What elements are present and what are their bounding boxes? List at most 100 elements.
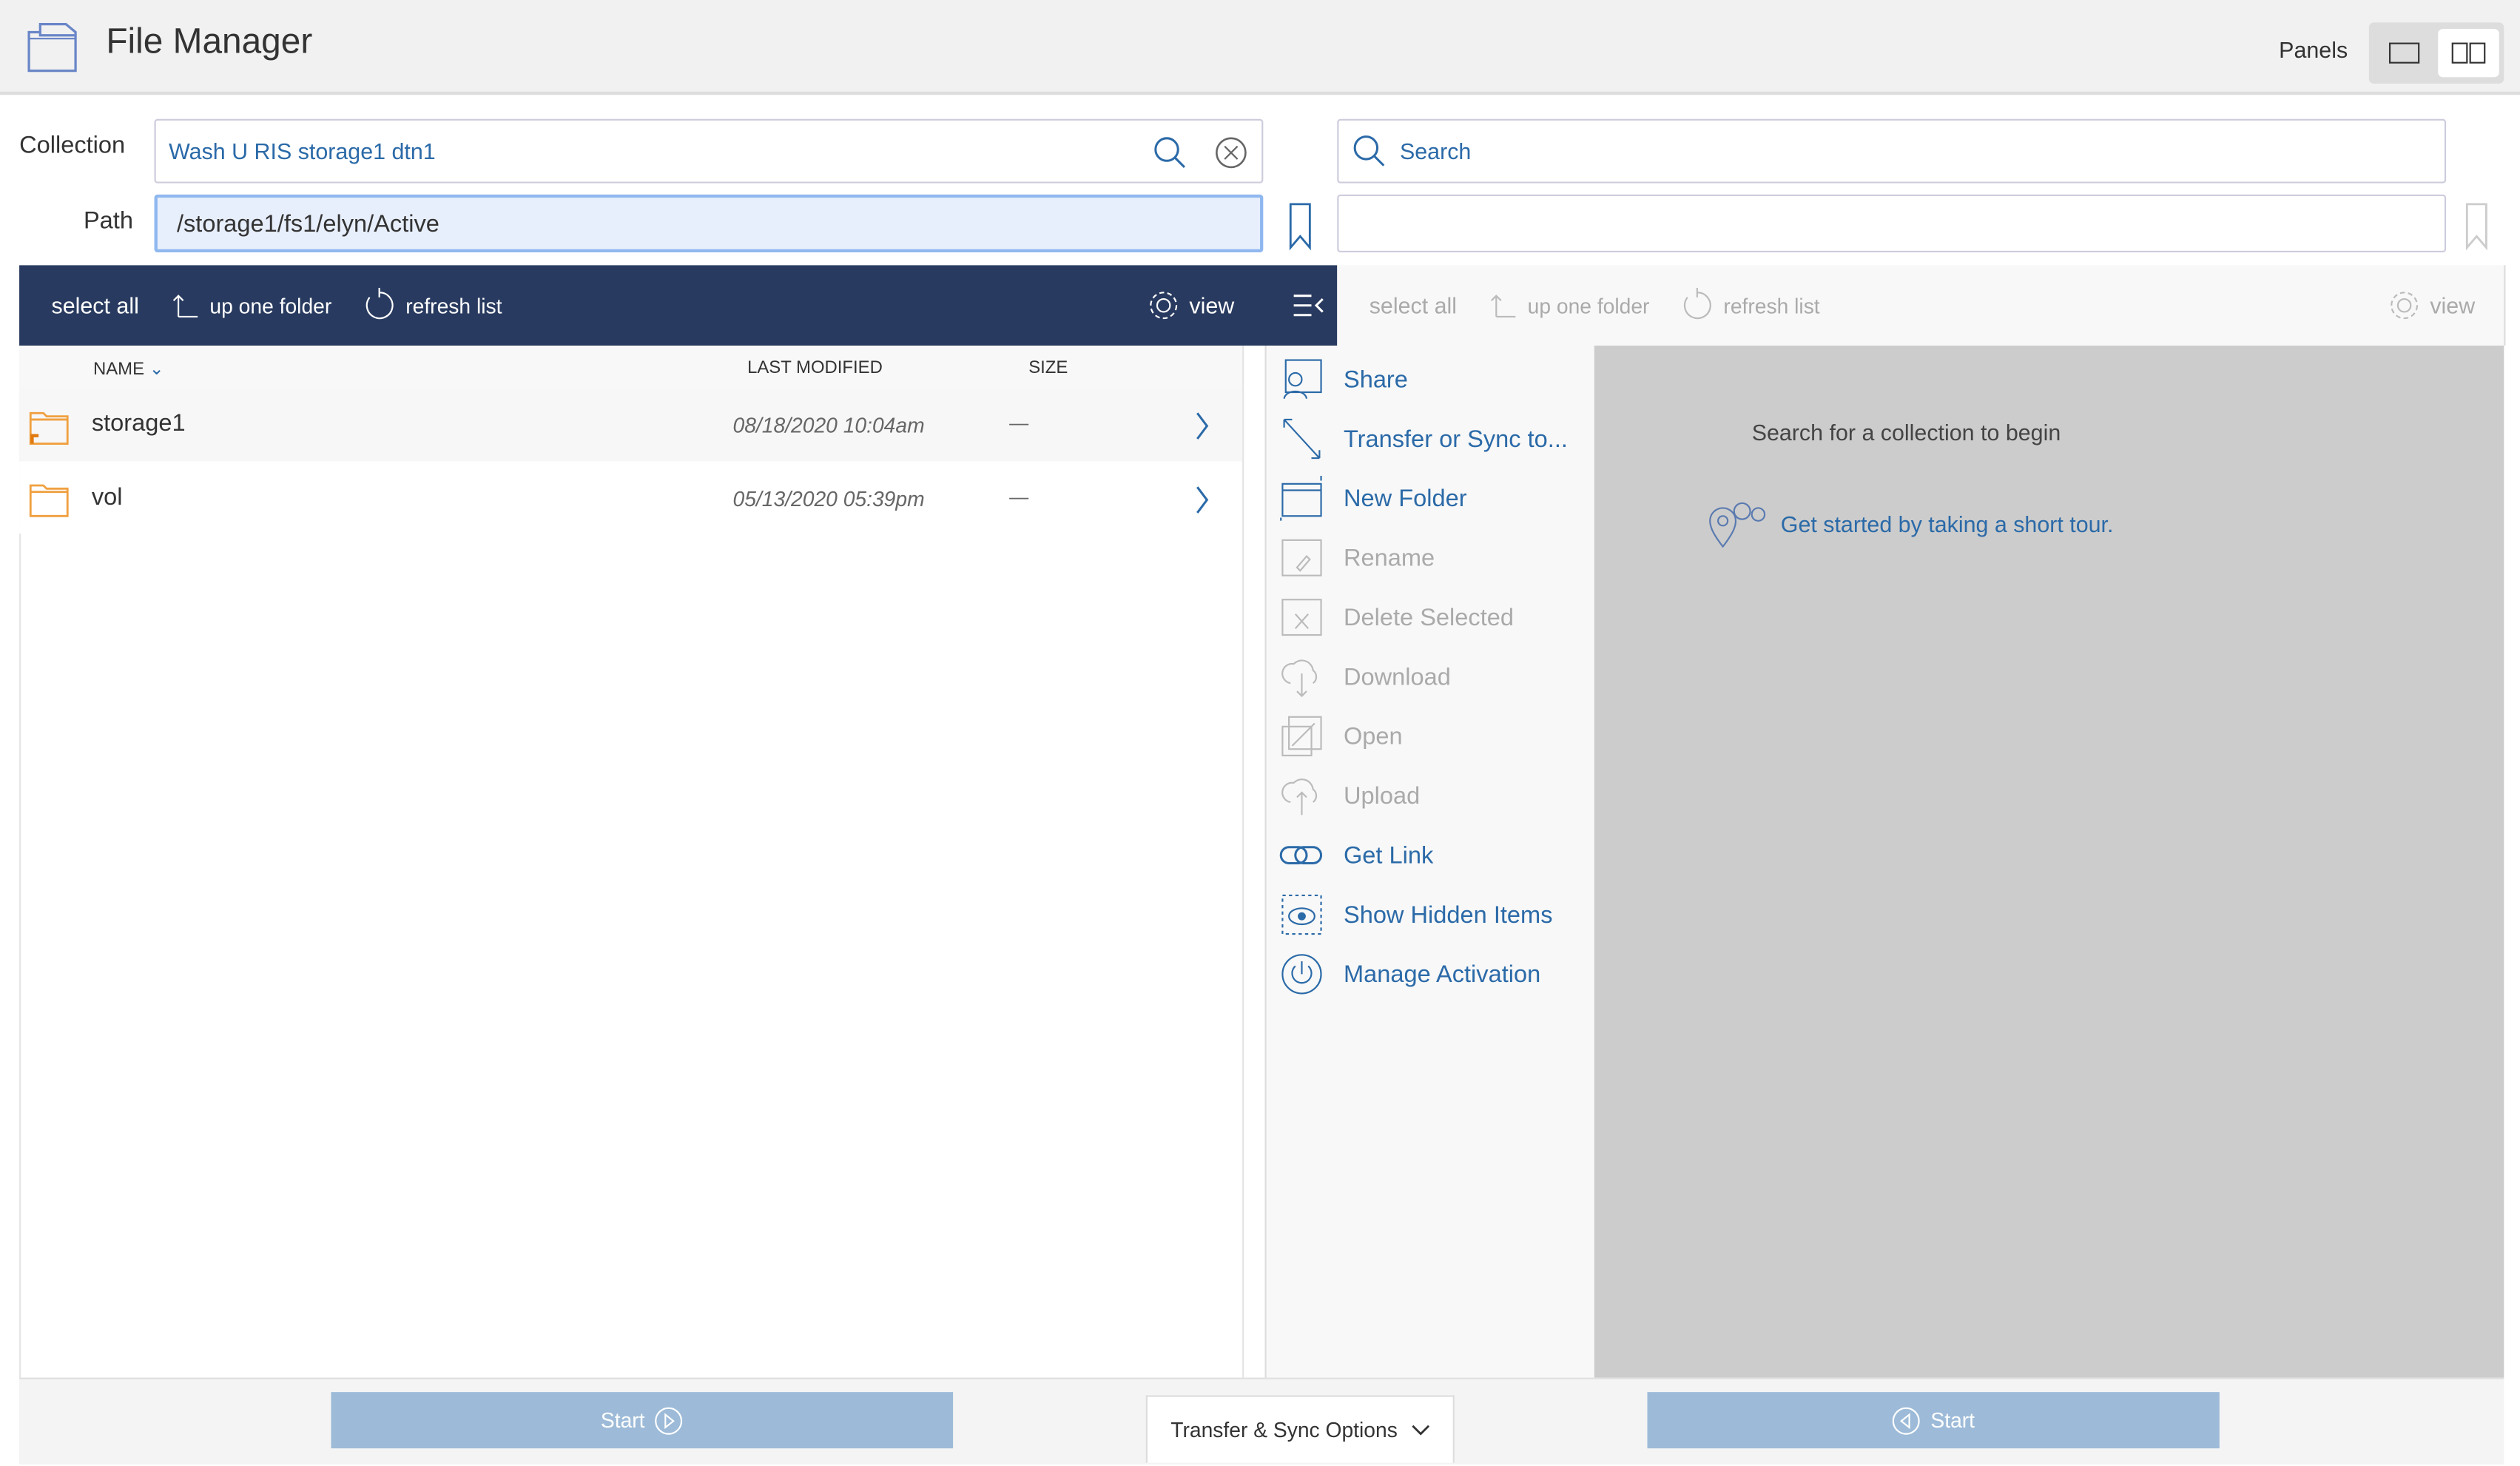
up-one-folder-button[interactable]: up one folder xyxy=(171,291,331,320)
menu-label: Manage Activation xyxy=(1343,960,1541,988)
table-row[interactable]: vol 05/13/2020 05:39pm — xyxy=(19,461,1243,534)
select-all-label: select all xyxy=(1369,292,1458,319)
refresh-list-label: refresh list xyxy=(405,293,502,318)
transfer-sync-options-button[interactable]: Transfer & Sync Options xyxy=(1145,1395,1455,1463)
select-all-label: select all xyxy=(51,292,139,319)
power-icon xyxy=(1281,954,1322,995)
right-toolbar: select all up one folder refresh list vi… xyxy=(1337,265,2506,346)
rename-icon xyxy=(1281,539,1322,576)
menu-get-link[interactable]: Get Link xyxy=(1279,831,1433,879)
collection-value: Wash U RIS storage1 dtn1 xyxy=(169,138,436,164)
menu-download[interactable]: Download xyxy=(1279,653,1451,701)
up-one-folder-label: up one folder xyxy=(1527,293,1650,318)
tour-link-label: Get started by taking a short tour. xyxy=(1780,511,2114,537)
menu-show-hidden[interactable]: Show Hidden Items xyxy=(1279,890,1553,938)
link-icon xyxy=(1279,846,1323,864)
view-button[interactable]: view xyxy=(1148,289,1234,321)
right-search-input[interactable]: Search xyxy=(1337,118,2447,184)
delete-icon xyxy=(1281,599,1322,636)
scrollbar[interactable] xyxy=(1242,346,1267,1378)
clear-icon[interactable] xyxy=(1213,135,1249,170)
new-folder-icon xyxy=(1280,475,1322,521)
page-title: File Manager xyxy=(106,21,313,61)
refresh-icon xyxy=(366,287,394,320)
table-row[interactable]: storage1 08/18/2020 10:04am — xyxy=(19,389,1243,462)
download-icon xyxy=(1281,659,1318,698)
bookmark-icon[interactable] xyxy=(1289,203,1311,251)
chevron-right-icon[interactable] xyxy=(1194,485,1210,514)
double-panel-button[interactable] xyxy=(2438,29,2499,78)
column-last-modified[interactable]: LAST MODIFIED xyxy=(747,358,883,377)
refresh-list-button[interactable]: refresh list xyxy=(1682,287,1820,323)
chevron-down-icon: ⌄ xyxy=(149,360,164,380)
path-label: Path xyxy=(83,207,133,235)
map-pins-icon xyxy=(1709,502,1766,548)
menu-new-folder[interactable]: New Folder xyxy=(1279,474,1467,522)
chevron-down-icon xyxy=(1411,1424,1429,1435)
view-button[interactable]: view xyxy=(2388,289,2475,321)
gear-icon xyxy=(1150,292,1178,320)
path-input[interactable]: /storage1/fs1/elyn/Active xyxy=(154,194,1264,253)
menu-manage-activation[interactable]: Manage Activation xyxy=(1279,950,1540,998)
menu-delete[interactable]: Delete Selected xyxy=(1279,594,1514,642)
menu-label: Share xyxy=(1343,366,1408,394)
file-manager-page: File Manager Panels Collection Wash U RI… xyxy=(0,0,2520,1466)
left-toolbar: select all up one folder refresh list vi… xyxy=(19,265,1338,346)
refresh-list-label: refresh list xyxy=(1723,293,1820,318)
upload-icon xyxy=(1281,779,1318,816)
menu-label: Delete Selected xyxy=(1343,603,1515,631)
panels-label: Panels xyxy=(2279,36,2348,63)
path-value: /storage1/fs1/elyn/Active xyxy=(176,209,439,238)
menu-upload[interactable]: Upload xyxy=(1279,772,1420,820)
bookmark-icon xyxy=(2465,203,2487,251)
menu-rename[interactable]: Rename xyxy=(1279,534,1435,582)
up-one-folder-button[interactable]: up one folder xyxy=(1489,291,1649,320)
tour-link[interactable]: Get started by taking a short tour. xyxy=(1707,500,2114,548)
gear-icon xyxy=(2391,292,2419,320)
refresh-list-button[interactable]: refresh list xyxy=(364,287,502,323)
file-name: vol xyxy=(91,483,123,511)
up-arrow-icon xyxy=(173,295,199,318)
double-panel-icon xyxy=(2451,42,2486,64)
start-left-button[interactable]: Start xyxy=(331,1392,954,1449)
column-name-label: NAME xyxy=(92,360,145,380)
menu-share[interactable]: Share xyxy=(1279,355,1408,403)
header: File Manager Panels xyxy=(0,0,2520,95)
menu-open[interactable]: Open xyxy=(1279,712,1403,760)
column-size[interactable]: SIZE xyxy=(1028,358,1068,377)
share-icon xyxy=(1283,359,1322,400)
right-path-input[interactable] xyxy=(1337,194,2447,253)
menu-label: Download xyxy=(1343,663,1451,690)
search-icon[interactable] xyxy=(1152,135,1187,170)
collection-input[interactable]: Wash U RIS storage1 dtn1 xyxy=(154,118,1264,184)
transfer-icon xyxy=(1283,418,1321,460)
right-panel: Search for a collection to begin Get sta… xyxy=(1594,346,2504,1378)
single-panel-button[interactable] xyxy=(2374,29,2435,77)
menu-label: Open xyxy=(1343,722,1403,750)
up-arrow-icon xyxy=(1492,295,1517,318)
column-name[interactable]: NAME ⌄ xyxy=(92,358,164,380)
select-all-button[interactable]: select all xyxy=(52,292,139,318)
menu-label: Upload xyxy=(1343,781,1421,810)
menu-label: Rename xyxy=(1343,544,1435,572)
menu-transfer[interactable]: Transfer or Sync to... xyxy=(1279,414,1568,463)
options-label: Transfer & Sync Options xyxy=(1170,1417,1398,1442)
file-modified: 05/13/2020 05:39pm xyxy=(732,487,925,511)
empty-message: Search for a collection to begin xyxy=(1751,419,2061,445)
search-icon xyxy=(1353,135,1385,167)
view-label: view xyxy=(2430,292,2476,319)
view-label: view xyxy=(1189,292,1235,319)
play-left-icon xyxy=(1893,1406,1921,1434)
open-icon xyxy=(1281,716,1322,757)
start-label: Start xyxy=(1930,1408,1975,1433)
eye-icon xyxy=(1281,894,1322,935)
refresh-icon xyxy=(1684,287,1712,320)
chevron-right-icon[interactable] xyxy=(1194,411,1210,440)
menu-toggle-icon[interactable] xyxy=(1292,292,1327,318)
start-right-button[interactable]: Start xyxy=(1647,1392,2220,1449)
file-size: — xyxy=(1009,485,1029,508)
start-label: Start xyxy=(600,1408,645,1433)
play-right-icon xyxy=(655,1406,683,1434)
search-placeholder: Search xyxy=(1399,138,1472,164)
select-all-button[interactable]: select all xyxy=(1370,292,1457,318)
